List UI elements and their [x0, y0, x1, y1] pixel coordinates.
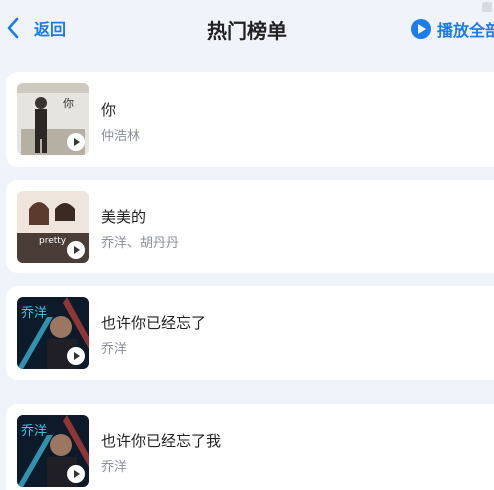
song-artist: 乔洋 [101, 460, 128, 475]
album-cover: 乔洋 [17, 297, 89, 369]
album-cover: pretty [17, 191, 89, 263]
song-title: 也许你已经忘了 [101, 314, 207, 332]
play-icon[interactable] [67, 347, 85, 365]
play-circle-icon [411, 19, 431, 39]
cover-text: 你 [63, 97, 74, 110]
song-artist: 仲浩林 [101, 129, 141, 144]
song-card[interactable]: pretty 美美的 乔洋、胡丹丹 [6, 180, 494, 273]
song-title: 你 [101, 101, 117, 119]
album-cover: 乔洋 [17, 415, 89, 487]
nav-bar: 返回 热门榜单 播放全部 [0, 0, 494, 58]
play-all-label: 播放全部 [437, 21, 494, 40]
song-artist: 乔洋 [101, 342, 128, 357]
play-all-button[interactable]: 播放全部 [411, 17, 494, 41]
song-card[interactable]: 乔洋 也许你已经忘了我 乔洋 [6, 404, 494, 490]
song-artist: 乔洋、胡丹丹 [101, 236, 180, 251]
corner-badge [482, 2, 492, 12]
song-title: 美美的 [101, 208, 147, 226]
cover-text: 乔洋 [21, 424, 47, 439]
song-card[interactable]: 乔洋 也许你已经忘了 乔洋 [6, 286, 494, 380]
play-icon[interactable] [67, 465, 85, 483]
play-icon[interactable] [67, 241, 85, 259]
song-card[interactable]: 你 你 仲浩林 [6, 72, 494, 167]
cover-text: pretty [39, 236, 67, 246]
cover-text: 乔洋 [21, 306, 47, 321]
song-title: 也许你已经忘了我 [101, 432, 222, 450]
play-icon[interactable] [67, 133, 85, 151]
album-cover: 你 [17, 83, 89, 155]
